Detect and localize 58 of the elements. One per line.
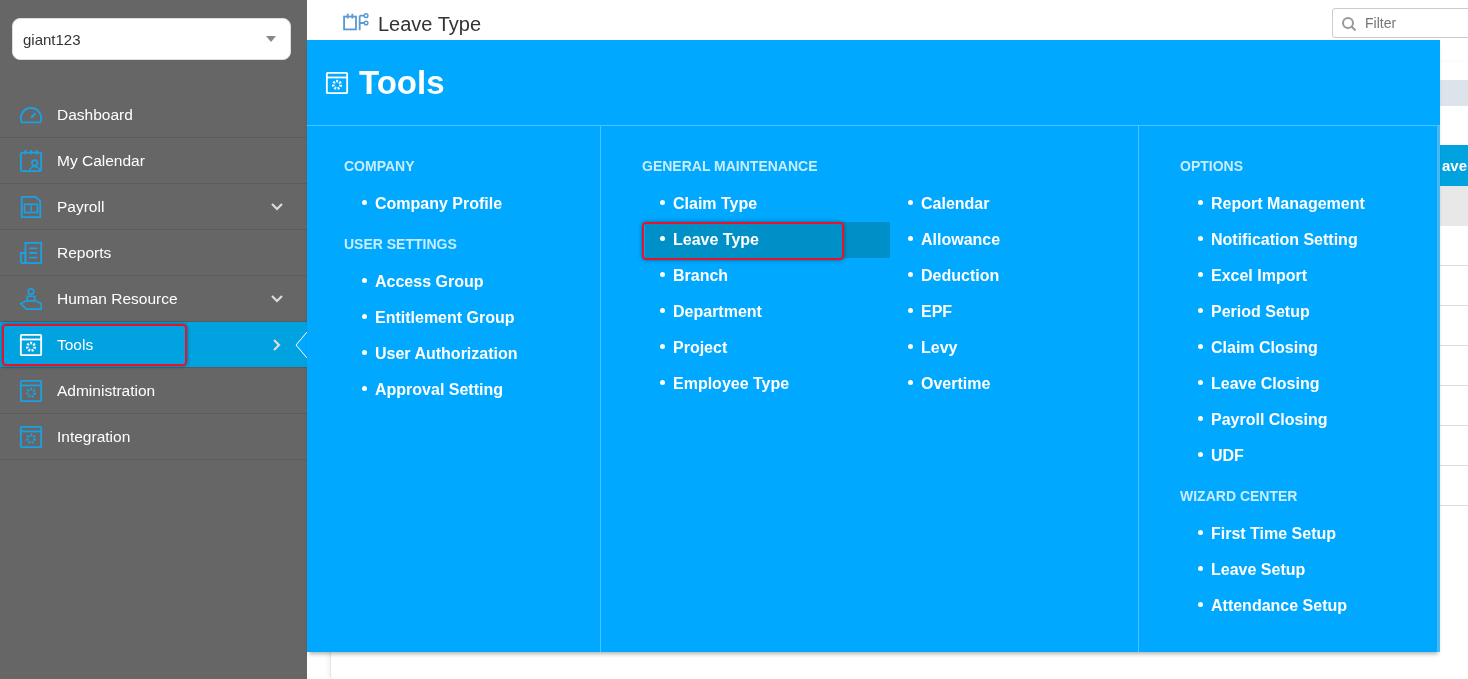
menu-link[interactable]: Leave Closing: [1180, 366, 1365, 402]
caret-icon: [266, 36, 276, 42]
nav-item[interactable]: Administration: [0, 368, 307, 414]
menu-link[interactable]: Project: [642, 330, 887, 366]
settings-window-icon: [325, 70, 349, 95]
section-heading: USER SETTINGS: [344, 236, 458, 252]
menu-link[interactable]: Approval Setting: [344, 372, 518, 408]
nav-item[interactable]: Payroll: [0, 184, 307, 230]
nav-item[interactable]: Tools: [0, 322, 307, 368]
menu-link[interactable]: Employee Type: [642, 366, 887, 402]
search-icon: [1342, 17, 1356, 31]
menu-link[interactable]: First Time Setup: [1180, 516, 1347, 552]
chevron-down-icon: [271, 202, 283, 211]
column-header: ave: [1441, 157, 1468, 174]
menu-link[interactable]: Overtime: [890, 366, 1135, 402]
menu-link[interactable]: Claim Closing: [1180, 330, 1365, 366]
section-heading: OPTIONS: [1180, 158, 1244, 174]
nav-item[interactable]: My Calendar: [0, 138, 307, 184]
menu-link[interactable]: Deduction: [890, 258, 1135, 294]
menu-link[interactable]: Leave Type: [645, 222, 890, 258]
menu-link[interactable]: Branch: [642, 258, 887, 294]
menu-link[interactable]: Attendance Setup: [1180, 588, 1347, 624]
menu-link[interactable]: Excel Import: [1180, 258, 1365, 294]
settings-window-icon: [19, 424, 43, 449]
menu-link[interactable]: Notification Setting: [1180, 222, 1365, 258]
nav-item[interactable]: Reports: [0, 230, 307, 276]
menu-link[interactable]: Entitlement Group: [344, 300, 518, 336]
section-heading: WIZARD CENTER: [1180, 488, 1299, 504]
menu-link[interactable]: EPF: [890, 294, 1135, 330]
menu-link[interactable]: Leave Setup: [1180, 552, 1347, 588]
menu-link[interactable]: Period Setup: [1180, 294, 1365, 330]
person-hand-icon: [19, 286, 43, 311]
chevron-right-icon: [273, 338, 281, 351]
report-icon: [19, 240, 43, 265]
money-icon: [19, 194, 43, 219]
settings-window-icon: [19, 332, 43, 357]
menu-link[interactable]: Department: [642, 294, 887, 330]
company-select[interactable]: giant123: [12, 18, 291, 60]
section-heading: COMPANY: [344, 158, 416, 174]
menu-link[interactable]: Allowance: [890, 222, 1135, 258]
menu-link[interactable]: User Authorization: [344, 336, 518, 372]
section-heading: GENERAL MAINTENANCE: [642, 158, 819, 174]
menu-link[interactable]: Levy: [890, 330, 1135, 366]
nav-item[interactable]: Integration: [0, 414, 307, 460]
menu-title: Tools: [359, 63, 445, 102]
calendar-icon: [19, 148, 43, 173]
nav-item[interactable]: Dashboard: [0, 92, 307, 138]
menu-link[interactable]: Claim Type: [642, 186, 887, 222]
menu-link[interactable]: Report Management: [1180, 186, 1365, 222]
menu-link[interactable]: Company Profile: [344, 186, 503, 222]
page-title: Leave Type: [378, 12, 482, 36]
menu-link[interactable]: Payroll Closing: [1180, 402, 1365, 438]
chevron-down-icon: [271, 294, 283, 303]
menu-link[interactable]: Calendar: [890, 186, 1135, 222]
menu-link[interactable]: UDF: [1180, 438, 1365, 474]
settings-window-icon: [19, 378, 43, 403]
filter-field[interactable]: Filter: [1332, 8, 1468, 38]
menu-link[interactable]: Access Group: [344, 264, 518, 300]
